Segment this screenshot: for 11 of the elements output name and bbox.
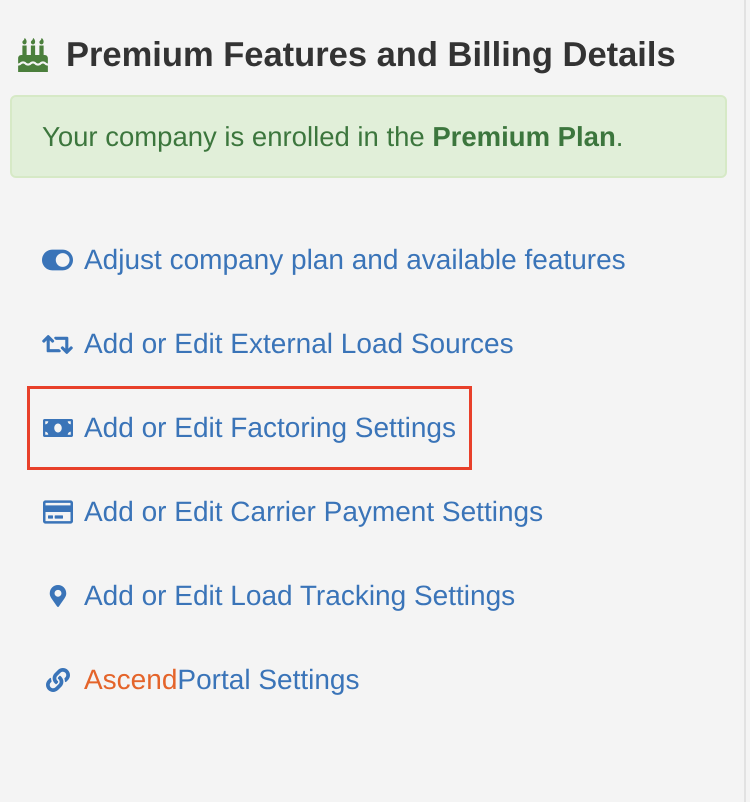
page-title: Premium Features and Billing Details xyxy=(66,35,676,76)
factoring-settings-link[interactable]: Add or Edit Factoring Settings xyxy=(42,412,456,444)
link-icon xyxy=(46,668,70,692)
portal-settings-link[interactable]: AscendPortal Settings xyxy=(42,664,360,696)
plan-settings-link[interactable]: Adjust company plan and available features xyxy=(42,244,626,276)
payment-settings-link[interactable]: Add or Edit Carrier Payment Settings xyxy=(42,496,544,528)
alert-message: Your company is enrolled in the Premium Plan. xyxy=(42,120,624,152)
load-sources-link[interactable]: Add or Edit External Load Sources xyxy=(42,328,514,360)
tracking-settings-link[interactable]: Add or Edit Load Tracking Settings xyxy=(42,580,516,612)
map-pin-icon xyxy=(46,585,68,607)
cake-icon xyxy=(16,38,50,72)
